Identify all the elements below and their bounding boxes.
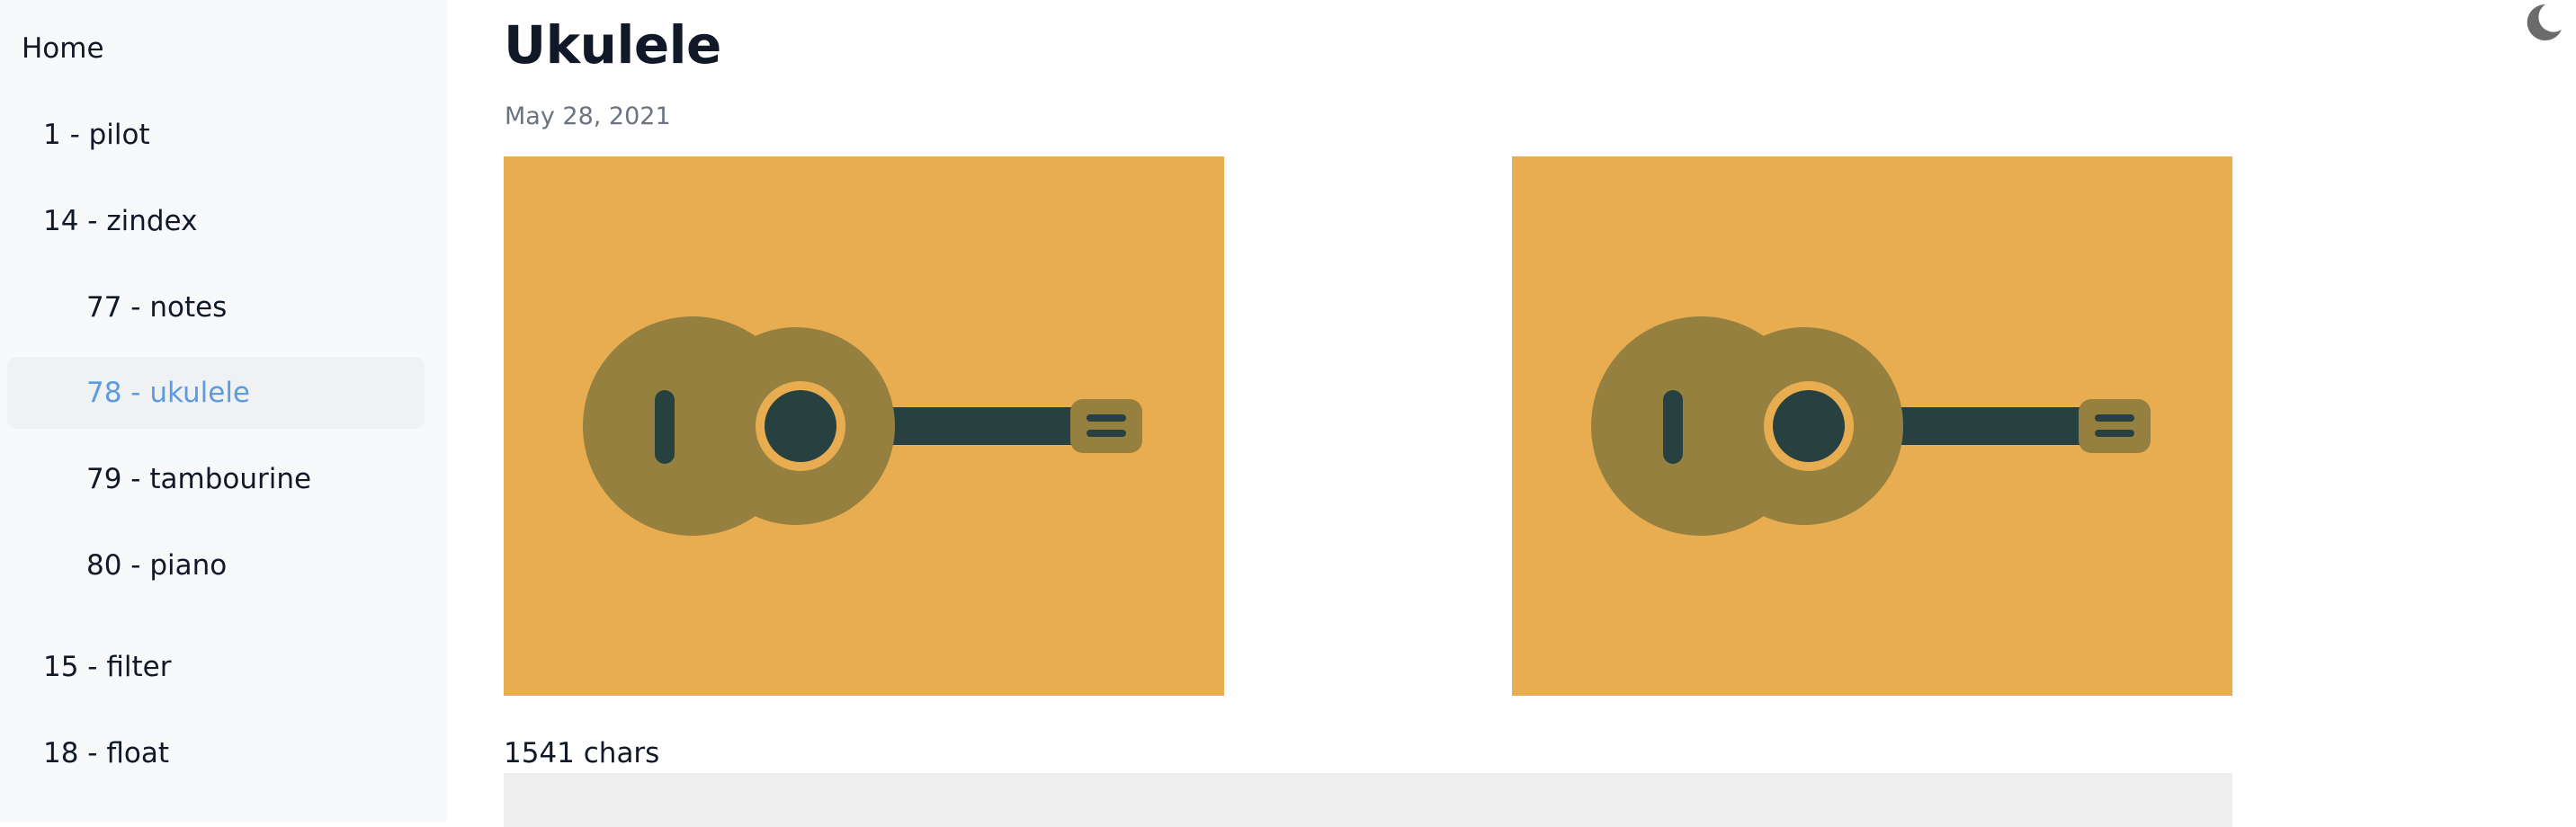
page-title: Ukulele — [504, 14, 721, 76]
character-count: 1541 chars — [504, 737, 660, 769]
theme-toggle-button[interactable] — [2518, 0, 2563, 45]
sidebar-item-zindex[interactable]: 14 - zindex — [43, 203, 197, 239]
ukulele-image-2 — [1512, 156, 2232, 696]
sidebar-item-pilot[interactable]: 1 - pilot — [43, 117, 150, 153]
sidebar-item-notes[interactable]: 77 - notes — [86, 289, 227, 325]
sidebar-item-tambourine[interactable]: 79 - tambourine — [86, 461, 311, 497]
post-date: May 28, 2021 — [505, 102, 671, 130]
sidebar-item-ukulele[interactable]: 78 - ukulele — [86, 375, 250, 411]
code-block — [504, 773, 2232, 827]
sidebar-item-filter[interactable]: 15 - filter — [43, 649, 171, 685]
sidebar-home-link[interactable]: Home — [22, 31, 104, 67]
sidebar-item-float[interactable]: 18 - float — [43, 735, 169, 771]
moon-icon — [2527, 4, 2562, 40]
ukulele-image-1 — [504, 156, 1224, 696]
sidebar-item-piano[interactable]: 80 - piano — [86, 547, 227, 583]
ukulele-icon — [504, 156, 1224, 696]
ukulele-icon — [1512, 156, 2232, 696]
sidebar: Home 1 - pilot 14 - zindex 77 - notes 78… — [0, 0, 447, 822]
